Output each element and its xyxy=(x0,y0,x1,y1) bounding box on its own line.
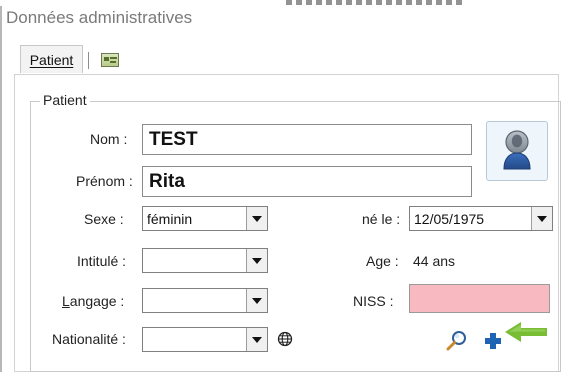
intitule-label: Intitulé : xyxy=(77,253,127,269)
prenom-field[interactable]: Rita xyxy=(142,166,472,197)
niss-label: NISS : xyxy=(353,293,394,309)
birthdate-dropdown-button[interactable] xyxy=(531,207,552,230)
nationalite-label: Nationalité : xyxy=(52,331,126,347)
langage-label: Langage : xyxy=(62,293,125,309)
prenom-label: Prénom : xyxy=(76,173,133,189)
sexe-select-value: féminin xyxy=(147,210,193,227)
search-icon[interactable] xyxy=(445,328,469,352)
birthdate-label: né le : xyxy=(362,211,401,227)
chevron-down-icon xyxy=(252,336,262,343)
patient-photo-button[interactable] xyxy=(486,121,548,181)
sexe-dropdown-button[interactable] xyxy=(246,207,267,230)
chevron-down-icon xyxy=(252,257,262,264)
age-label: Age : xyxy=(366,253,399,269)
intitule-select[interactable] xyxy=(142,248,268,273)
birthdate-select[interactable]: 12/05/1975 xyxy=(409,206,553,231)
chevron-down-icon xyxy=(252,297,262,304)
birthdate-value: 12/05/1975 xyxy=(414,210,485,227)
nom-field[interactable]: TEST xyxy=(142,124,472,155)
globe-icon[interactable] xyxy=(277,331,293,347)
green-arrow-icon xyxy=(505,322,547,342)
intitule-dropdown-button[interactable] xyxy=(246,249,267,272)
plus-icon[interactable] xyxy=(484,332,502,350)
langage-dropdown-button[interactable] xyxy=(246,289,267,312)
niss-field[interactable] xyxy=(409,284,550,313)
tab-separator xyxy=(88,52,89,69)
patient-group-caption: Patient xyxy=(40,92,90,108)
cropped-title-bar-fragment xyxy=(286,0,466,5)
sexe-label: Sexe : xyxy=(84,211,124,227)
langage-select[interactable] xyxy=(142,288,268,313)
age-value: 44 ans xyxy=(413,253,456,269)
nom-label: Nom : xyxy=(90,131,128,147)
sexe-select[interactable]: féminin xyxy=(142,206,268,231)
window-left-border xyxy=(0,6,2,372)
nationalite-select[interactable] xyxy=(142,327,268,352)
user-avatar-icon xyxy=(503,130,531,170)
chevron-down-icon xyxy=(537,215,547,222)
nationalite-dropdown-button[interactable] xyxy=(246,328,267,351)
tab-patient[interactable]: Patient xyxy=(20,45,83,73)
tab-bar xyxy=(14,44,559,76)
window-title: Données administratives xyxy=(6,8,193,27)
chevron-down-icon xyxy=(252,215,262,222)
id-card-icon[interactable] xyxy=(101,53,119,67)
